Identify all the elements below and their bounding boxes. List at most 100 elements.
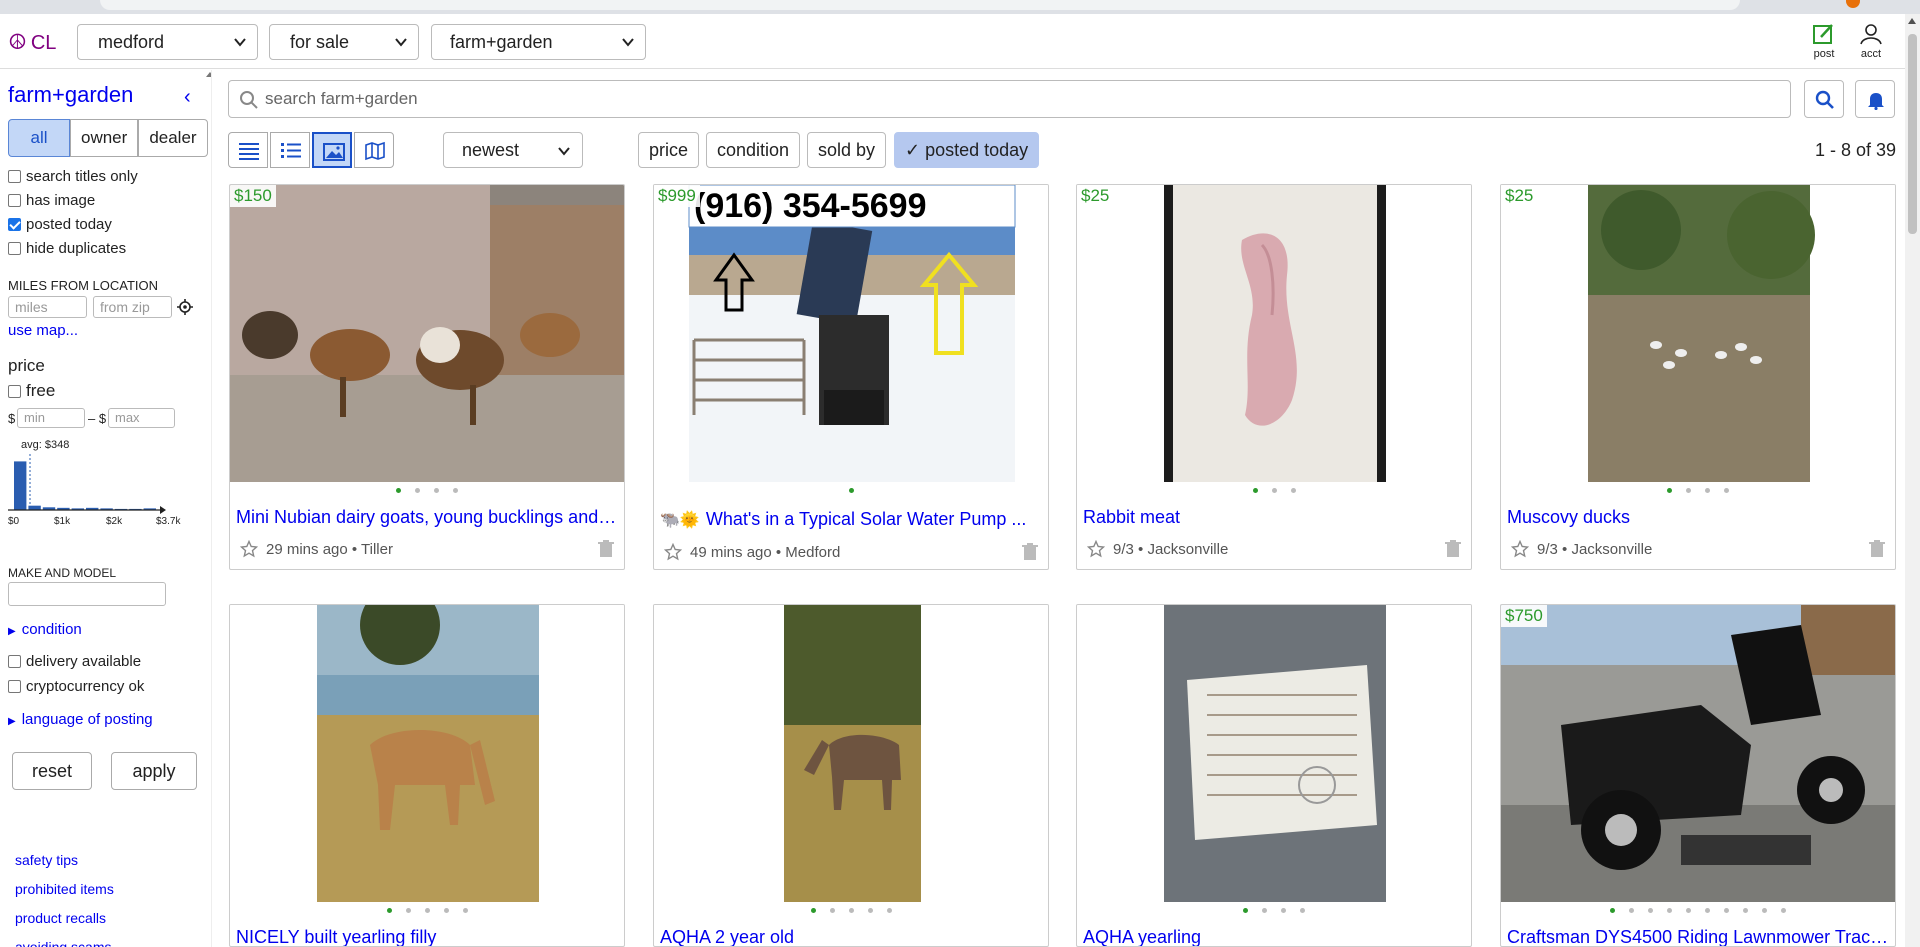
sort-select[interactable]: newest xyxy=(443,132,583,168)
carousel-dot[interactable] xyxy=(1281,908,1286,913)
carousel-dot[interactable] xyxy=(1762,908,1767,913)
carousel-dot[interactable] xyxy=(415,488,420,493)
hide-trash-icon[interactable] xyxy=(598,540,614,558)
use-map-link[interactable]: use map... xyxy=(8,322,78,339)
apply-button[interactable]: apply xyxy=(111,752,197,790)
craigslist-logo[interactable]: ☮ CL xyxy=(8,30,56,55)
seg-all[interactable]: all xyxy=(8,119,70,157)
listing-image[interactable] xyxy=(654,605,1048,902)
carousel-dot[interactable] xyxy=(424,908,430,913)
safety-tips-link[interactable]: safety tips xyxy=(15,852,78,868)
location-select[interactable]: medford xyxy=(77,24,258,60)
reset-button[interactable]: reset xyxy=(12,752,92,790)
carousel-dot[interactable] xyxy=(848,908,854,913)
listing-card[interactable]: NICELY built yearling filly xyxy=(229,604,625,947)
product-recalls-link[interactable]: product recalls xyxy=(15,910,106,926)
prohibited-items-link[interactable]: prohibited items xyxy=(15,881,114,897)
listing-card[interactable]: (916) 354-5699 $999 🐃🌞 What's in a Typical … xyxy=(653,184,1049,570)
listing-image[interactable] xyxy=(1077,605,1471,902)
listing-image[interactable] xyxy=(654,185,1048,482)
search-input[interactable]: search farm+garden xyxy=(228,80,1791,118)
section-select[interactable]: for sale xyxy=(269,24,419,60)
favorite-star-icon[interactable] xyxy=(240,540,258,558)
search-button[interactable] xyxy=(1804,80,1844,118)
listing-image[interactable] xyxy=(230,605,624,902)
image-carousel-dots[interactable] xyxy=(1501,488,1895,493)
listing-title[interactable]: AQHA 2 year old xyxy=(660,927,1042,946)
carousel-dot[interactable] xyxy=(1629,908,1634,913)
page-scrollbar[interactable] xyxy=(1905,14,1920,947)
listing-title[interactable]: 🐃🌞 What's in a Typical Solar Water Pump .… xyxy=(660,509,1042,530)
listing-card[interactable]: AQHA yearling xyxy=(1076,604,1472,947)
scroll-up-arrow-icon[interactable] xyxy=(1908,18,1916,24)
carousel-dot[interactable] xyxy=(829,908,835,913)
listing-title[interactable]: Mini Nubian dairy goats, young bucklings… xyxy=(236,507,618,528)
cryptocurrency-ok-checkbox[interactable]: cryptocurrency ok xyxy=(8,678,144,695)
image-carousel-dots[interactable] xyxy=(1501,908,1895,913)
carousel-dot[interactable] xyxy=(1610,908,1615,913)
avoiding-scams-link[interactable]: avoiding scams xyxy=(15,939,112,947)
collapse-sidebar-icon[interactable]: ‹ xyxy=(184,86,191,109)
carousel-dot[interactable] xyxy=(1243,908,1248,913)
seg-owner[interactable]: owner xyxy=(70,119,139,157)
listing-title[interactable]: AQHA yearling xyxy=(1083,927,1465,946)
listing-title[interactable]: Muscovy ducks xyxy=(1507,507,1889,528)
favorite-star-icon[interactable] xyxy=(1087,540,1105,558)
listing-image[interactable] xyxy=(230,185,624,482)
profile-icon[interactable] xyxy=(1846,0,1860,8)
carousel-dot[interactable] xyxy=(1743,908,1748,913)
listing-title[interactable]: Rabbit meat xyxy=(1083,507,1465,528)
sidebar-scroll-up-icon[interactable] xyxy=(206,72,211,77)
carousel-dot[interactable] xyxy=(810,908,816,913)
price-filter-button[interactable]: price xyxy=(638,132,700,168)
carousel-dot[interactable] xyxy=(443,908,449,913)
listing-card[interactable]: $25 Rabbit meat 9/3 • Jacksonville xyxy=(1076,184,1472,570)
account-button[interactable]: acct xyxy=(1851,22,1891,60)
listing-title[interactable]: Craftsman DYS4500 Riding Lawnmower Tract… xyxy=(1507,927,1889,946)
image-carousel-dots[interactable] xyxy=(1077,908,1471,913)
sold-by-filter-button[interactable]: sold by xyxy=(807,132,887,168)
carousel-dot[interactable] xyxy=(886,908,892,913)
condition-filter-button[interactable]: condition xyxy=(706,132,801,168)
listing-image[interactable] xyxy=(1077,185,1471,482)
carousel-dot[interactable] xyxy=(1705,488,1710,493)
hide-duplicates-checkbox[interactable]: hide duplicates xyxy=(8,240,126,257)
map-view-button[interactable] xyxy=(354,132,394,168)
carousel-dot[interactable] xyxy=(1648,908,1653,913)
listing-card[interactable]: $25 Muscovy ducks 9/3 • Jacksonville xyxy=(1500,184,1896,570)
carousel-dot[interactable] xyxy=(1262,908,1267,913)
carousel-dot[interactable] xyxy=(1724,488,1729,493)
carousel-dot[interactable] xyxy=(405,908,411,913)
seg-dealer[interactable]: dealer xyxy=(138,119,208,157)
has-image-checkbox[interactable]: has image xyxy=(8,192,95,209)
carousel-dot[interactable] xyxy=(848,488,854,493)
crosshair-icon[interactable] xyxy=(177,299,193,315)
carousel-dot[interactable] xyxy=(867,908,873,913)
sidebar-title[interactable]: farm+garden xyxy=(8,82,133,108)
hide-trash-icon[interactable] xyxy=(1869,540,1885,558)
search-titles-only-checkbox[interactable]: search titles only xyxy=(8,168,138,185)
listing-card[interactable]: $150 Mini Nubian dairy goats, young buckl… xyxy=(229,184,625,570)
min-price-input[interactable]: min xyxy=(17,408,85,428)
carousel-dot[interactable] xyxy=(1686,908,1691,913)
carousel-dot[interactable] xyxy=(1271,488,1277,493)
max-price-input[interactable]: max xyxy=(108,408,175,428)
carousel-dot[interactable] xyxy=(1781,908,1786,913)
image-carousel-dots[interactable] xyxy=(654,488,1048,493)
carousel-dot[interactable] xyxy=(1252,488,1258,493)
hide-trash-icon[interactable] xyxy=(1445,540,1461,558)
post-button[interactable]: post xyxy=(1804,22,1844,60)
carousel-dot[interactable] xyxy=(1705,908,1710,913)
image-carousel-dots[interactable] xyxy=(230,908,624,913)
image-carousel-dots[interactable] xyxy=(654,908,1048,913)
scrollbar-thumb[interactable] xyxy=(1908,34,1917,234)
language-expander[interactable]: ▶ language of posting xyxy=(8,711,153,728)
carousel-dot[interactable] xyxy=(453,488,458,493)
carousel-dot[interactable] xyxy=(434,488,439,493)
carousel-dot[interactable] xyxy=(1290,488,1296,493)
hide-trash-icon[interactable] xyxy=(1022,543,1038,561)
listing-image[interactable] xyxy=(1501,605,1895,902)
carousel-dot[interactable] xyxy=(462,908,468,913)
delivery-available-checkbox[interactable]: delivery available xyxy=(8,653,141,670)
carousel-dot[interactable] xyxy=(1686,488,1691,493)
